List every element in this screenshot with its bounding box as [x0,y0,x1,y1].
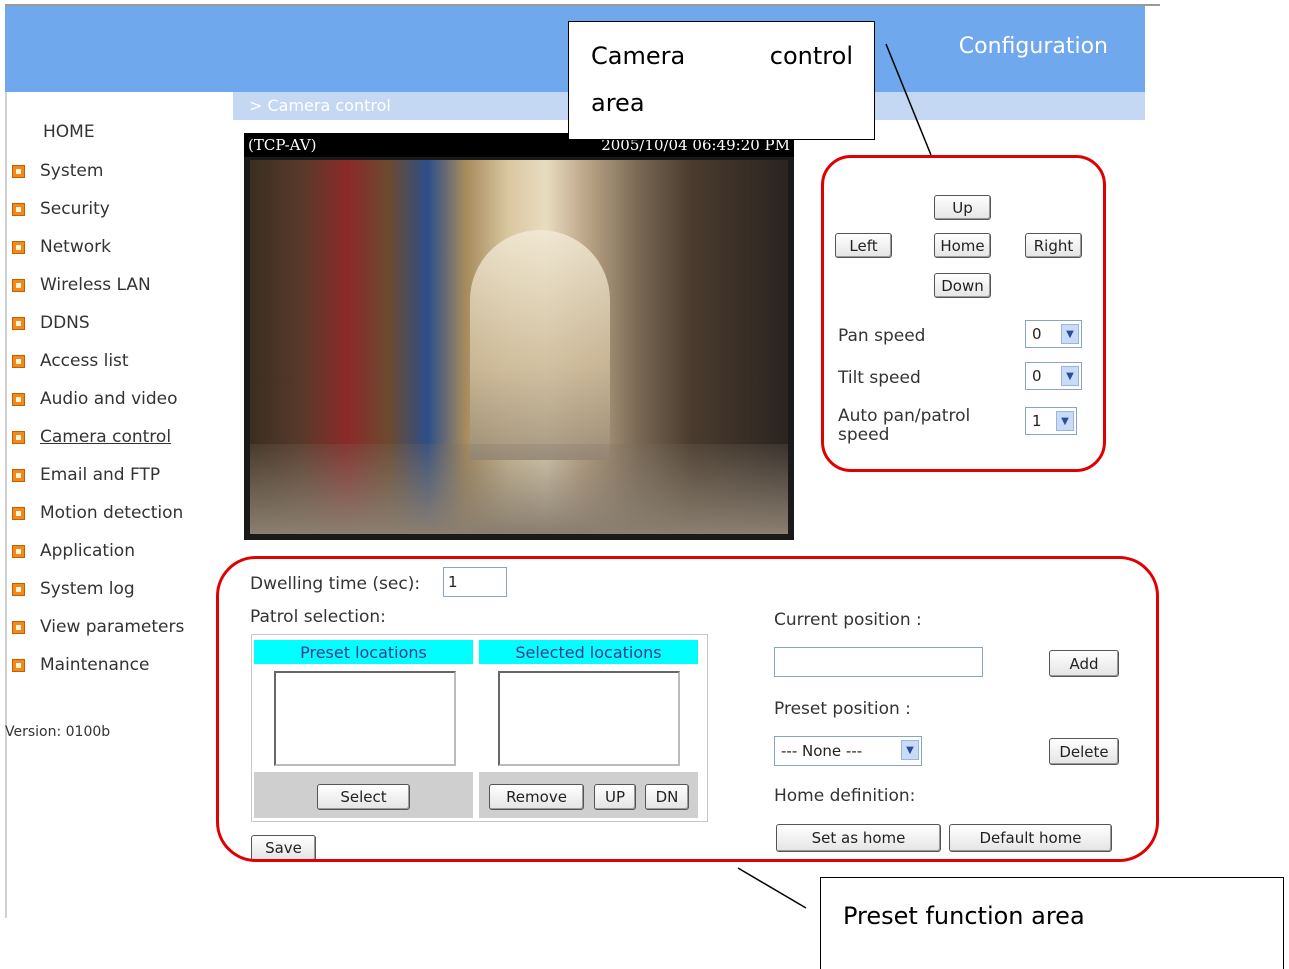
camera-callout-text-line2: area [591,89,645,117]
preset-function-callout: Preset function area [820,877,1284,969]
camera-control-callout: Camera control area [568,21,875,140]
camera-callout-line [885,43,932,156]
preset-callout-text: Preset function area [843,902,1085,930]
camera-callout-text-word1: Camera [591,42,686,70]
callout-lines [737,43,932,909]
preset-callout-line [737,867,807,909]
camera-callout-text-word2: control [769,42,853,70]
